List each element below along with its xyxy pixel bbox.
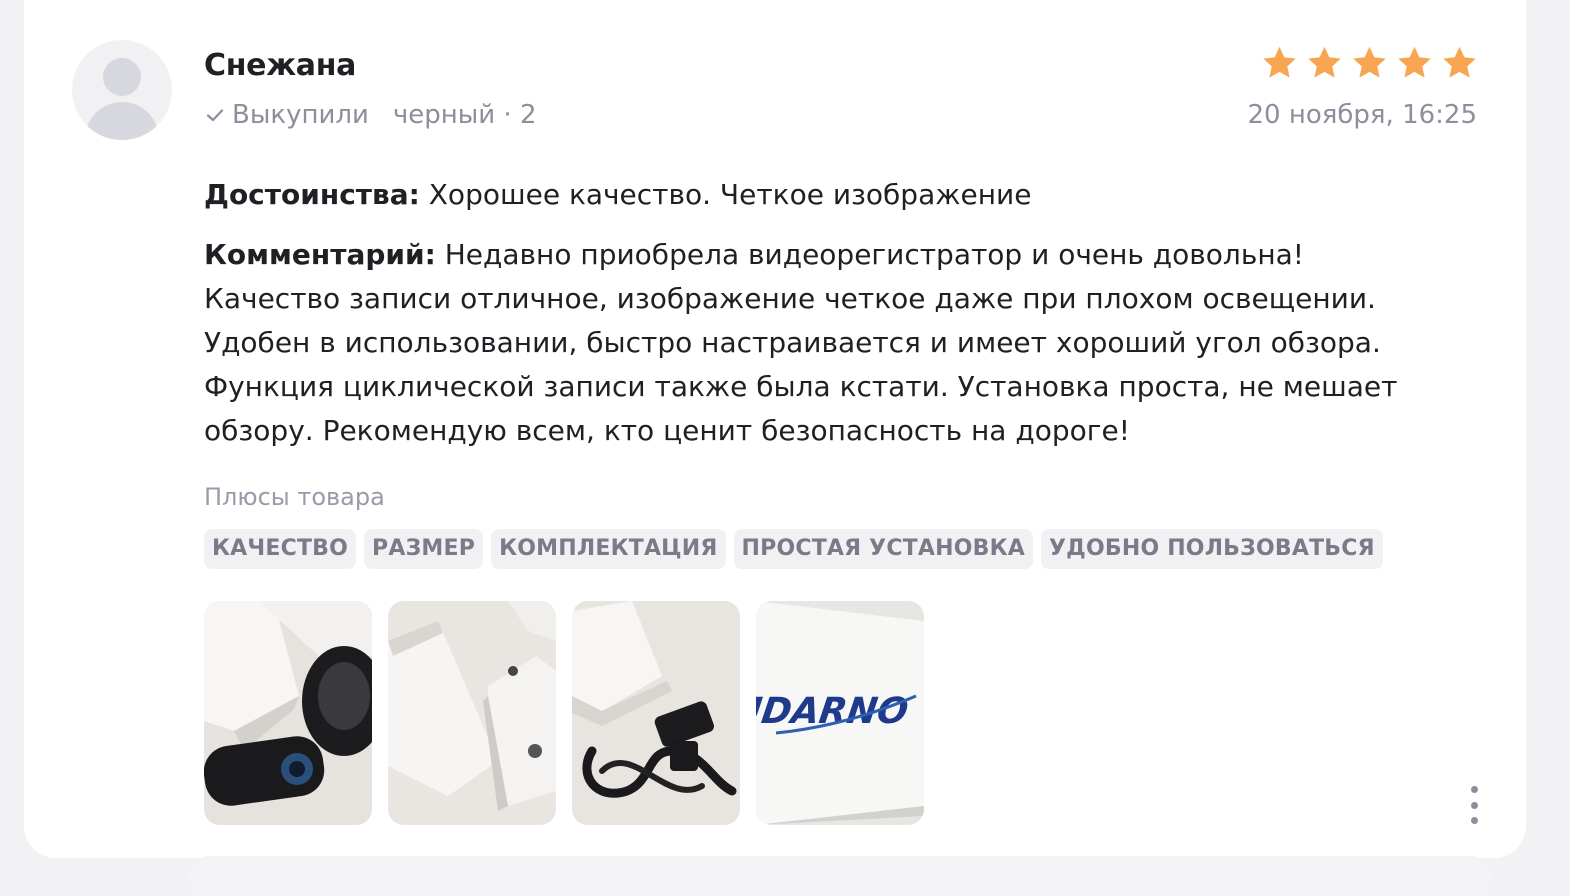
more-dot bbox=[1470, 786, 1478, 793]
star-icon bbox=[1353, 46, 1386, 78]
rating-stars bbox=[1260, 44, 1479, 82]
star-icon bbox=[1398, 46, 1431, 78]
more-dot bbox=[1470, 817, 1478, 824]
star-icon bbox=[1263, 46, 1296, 78]
pros-tags: КАЧЕСТВО РАЗМЕР КОМПЛЕКТАЦИЯ ПРОСТАЯ УСТ… bbox=[204, 529, 1383, 569]
comment-label: Комментарий: bbox=[204, 238, 436, 271]
review-photo[interactable] bbox=[388, 601, 556, 825]
pros-title: Плюсы товара bbox=[204, 483, 385, 511]
comment: Комментарий: Недавно приобрела видеореги… bbox=[204, 233, 1404, 453]
more-vertical-icon[interactable] bbox=[1462, 784, 1486, 826]
star-icon bbox=[1308, 46, 1341, 78]
avatar-head bbox=[103, 58, 141, 96]
star-icon bbox=[1443, 46, 1476, 78]
review-photo[interactable]: UDARNO bbox=[756, 601, 924, 825]
review-photos: UDARNO bbox=[204, 601, 924, 825]
avatar bbox=[72, 40, 172, 140]
review-photo[interactable] bbox=[572, 601, 740, 825]
pros-tag[interactable]: УДОБНО ПОЛЬЗОВАТЬСЯ bbox=[1041, 529, 1383, 569]
advantages-text: Хорошее качество. Четкое изображение bbox=[428, 178, 1032, 211]
review-author: Снежана bbox=[204, 48, 357, 83]
review-photo[interactable] bbox=[204, 601, 372, 825]
review-date: 20 ноября, 16:25 bbox=[1247, 100, 1477, 130]
pros-tag[interactable]: КАЧЕСТВО bbox=[204, 529, 357, 569]
review-meta: Выкупили черный · 2 bbox=[204, 100, 537, 130]
avatar-body bbox=[85, 102, 159, 140]
advantages: Достоинства: Хорошее качество. Четкое из… bbox=[204, 173, 1404, 217]
more-dot bbox=[1470, 801, 1478, 809]
pros-tag[interactable]: КОМПЛЕКТАЦИЯ bbox=[491, 529, 726, 569]
next-review-card bbox=[190, 856, 1490, 896]
check-icon bbox=[206, 109, 224, 122]
photo-logo-text: UDARNO bbox=[756, 689, 911, 732]
pros-tag[interactable]: ПРОСТАЯ УСТАНОВКА bbox=[733, 529, 1033, 569]
purchase-status: Выкупили bbox=[232, 100, 369, 130]
pros-tag[interactable]: РАЗМЕР bbox=[364, 529, 484, 569]
product-variant: черный · 2 bbox=[392, 100, 537, 130]
advantages-label: Достоинства: bbox=[204, 178, 420, 211]
